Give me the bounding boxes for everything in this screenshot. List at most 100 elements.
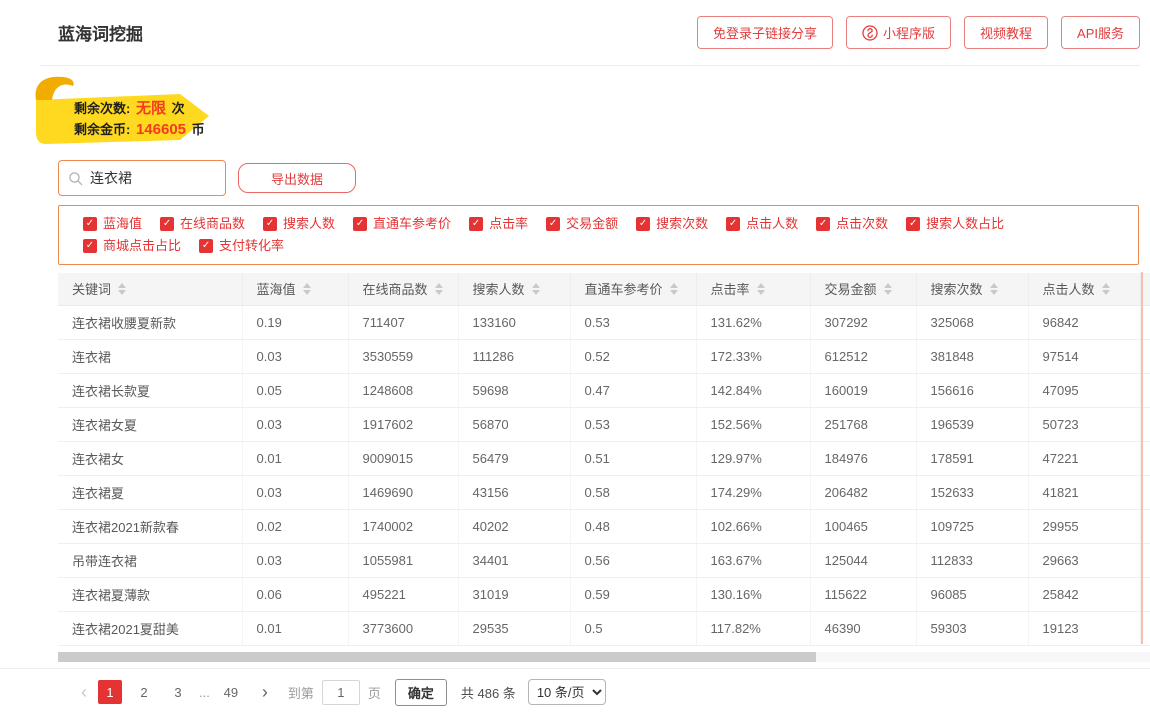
goto-page-input[interactable]	[322, 680, 360, 705]
cell: 0.03	[242, 407, 348, 441]
quota-coins-line: 剩余金币: 146605 币	[74, 119, 205, 140]
filter-checkbox-ctr[interactable]: 点击率	[469, 213, 528, 235]
video-tutorial-button[interactable]: 视频教程	[964, 16, 1048, 49]
cell: 97514	[1028, 339, 1140, 373]
filter-checkbox-search-users[interactable]: 搜索人数	[263, 213, 335, 235]
column-filter-box: 蓝海值 在线商品数 搜索人数 直通车参考价 点击率 交易金额 搜索次数 点击人数…	[58, 205, 1139, 265]
cell: 96842	[1028, 305, 1140, 339]
page-ellipsis: ...	[199, 685, 210, 700]
sort-icon[interactable]	[990, 283, 998, 295]
cell: 125044	[810, 543, 916, 577]
sort-icon[interactable]	[118, 283, 126, 295]
share-link-button[interactable]: 免登录子链接分享	[697, 16, 833, 49]
table-row: 吊带连衣裙0.031055981344010.56163.67%12504411…	[58, 543, 1150, 577]
page-number-2[interactable]: 2	[132, 680, 156, 704]
filter-checkbox-click-count[interactable]: 点击次数	[816, 213, 888, 235]
cell: 160019	[810, 373, 916, 407]
quota-coins-label: 剩余金币:	[74, 122, 130, 137]
column-header-ztc-price[interactable]: 直通车参考价	[570, 273, 696, 305]
cell-keyword: 连衣裙长款夏	[58, 373, 242, 407]
sort-icon[interactable]	[532, 283, 540, 295]
checkbox-checked-icon	[636, 217, 650, 231]
filter-checkbox-search-count[interactable]: 搜索次数	[636, 213, 708, 235]
cell: 47221	[1028, 441, 1140, 475]
cell: 34401	[458, 543, 570, 577]
cell: 3773600	[348, 611, 458, 645]
cell: 142.84%	[696, 373, 810, 407]
cell: 111286	[458, 339, 570, 373]
quota-text: 剩余次数: 无限 次 剩余金币: 146605 币	[74, 98, 205, 140]
export-data-button[interactable]: 导出数据	[238, 163, 356, 193]
cell: 1740002	[348, 509, 458, 543]
column-header-search-users[interactable]: 搜索人数	[458, 273, 570, 305]
sort-icon[interactable]	[435, 283, 443, 295]
cell: 100465	[810, 509, 916, 543]
horizontal-scrollbar[interactable]	[58, 652, 1150, 662]
filter-checkbox-gmv[interactable]: 交易金额	[546, 213, 618, 235]
cell: 59698	[458, 373, 570, 407]
cell: 0.59	[570, 577, 696, 611]
filter-checkbox-pay-conversion[interactable]: 支付转化率	[199, 235, 284, 257]
filter-checkbox-click-users[interactable]: 点击人数	[726, 213, 798, 235]
next-page-icon[interactable]: ›	[256, 683, 274, 701]
cell: 0.05	[242, 373, 348, 407]
cell: 495221	[348, 577, 458, 611]
column-header-keyword[interactable]: 关键词	[58, 273, 242, 305]
checkbox-checked-icon	[83, 217, 97, 231]
cell: 152633	[916, 475, 1028, 509]
checkbox-checked-icon	[906, 217, 920, 231]
cell: 131.62%	[696, 305, 810, 339]
cell: 59303	[916, 611, 1028, 645]
page-number-1[interactable]: 1	[98, 680, 122, 704]
cell: 184976	[810, 441, 916, 475]
page-number-49[interactable]: 49	[219, 680, 243, 704]
sort-icon[interactable]	[303, 283, 311, 295]
horizontal-scrollbar-thumb[interactable]	[58, 652, 816, 662]
share-link-label: 免登录子链接分享	[713, 23, 817, 42]
column-header-search-count[interactable]: 搜索次数	[916, 273, 1028, 305]
quota-times-line: 剩余次数: 无限 次	[74, 98, 205, 119]
filter-checkbox-ztc-price[interactable]: 直通车参考价	[353, 213, 451, 235]
filter-checkbox-online-products[interactable]: 在线商品数	[160, 213, 245, 235]
cell: 206482	[810, 475, 916, 509]
column-header-ctr[interactable]: 点击率	[696, 273, 810, 305]
page-number-3[interactable]: 3	[166, 680, 190, 704]
keyword-search-box[interactable]	[58, 160, 226, 196]
cell: 133160	[458, 305, 570, 339]
cell: 0.03	[242, 543, 348, 577]
sort-icon[interactable]	[1102, 283, 1110, 295]
cell: 3530559	[348, 339, 458, 373]
cell: 0.02	[242, 509, 348, 543]
cell-keyword: 连衣裙女夏	[58, 407, 242, 441]
cell: 31019	[458, 577, 570, 611]
sort-icon[interactable]	[884, 283, 892, 295]
cell: 0.56	[570, 543, 696, 577]
column-header-gmv[interactable]: 交易金额	[810, 273, 916, 305]
cell: 41821	[1028, 475, 1140, 509]
column-header-blue-ocean-value[interactable]: 蓝海值	[242, 273, 348, 305]
filter-checkbox-mall-click-ratio[interactable]: 商城点击占比	[83, 235, 181, 257]
sort-icon[interactable]	[757, 283, 765, 295]
cell: 56870	[458, 407, 570, 441]
table-row: 连衣裙2021新款春0.021740002402020.48102.66%100…	[58, 509, 1150, 543]
sort-icon[interactable]	[670, 283, 678, 295]
page-size-select[interactable]: 10 条/页	[528, 679, 606, 705]
api-service-button[interactable]: API服务	[1061, 16, 1140, 49]
column-header-click-users[interactable]: 点击人数	[1028, 273, 1140, 305]
page: 蓝海词挖掘 免登录子链接分享 小程序版 视频教程 API服务	[0, 0, 1150, 712]
cell: 29535	[458, 611, 570, 645]
keyword-search-input[interactable]	[90, 170, 210, 186]
filter-checkbox-blue-ocean-value[interactable]: 蓝海值	[83, 213, 142, 235]
column-header-online-products[interactable]: 在线商品数	[348, 273, 458, 305]
cell: 1917602	[348, 407, 458, 441]
cell: 9009015	[348, 441, 458, 475]
miniprogram-button[interactable]: 小程序版	[846, 16, 951, 49]
cell: 29955	[1028, 509, 1140, 543]
miniprogram-label: 小程序版	[883, 23, 935, 42]
filter-checkbox-search-user-ratio[interactable]: 搜索人数占比	[906, 213, 1004, 235]
cell-keyword: 连衣裙夏	[58, 475, 242, 509]
cell: 163.67%	[696, 543, 810, 577]
table-row: 连衣裙夏0.031469690431560.58174.29%206482152…	[58, 475, 1150, 509]
confirm-button[interactable]: 确定	[395, 679, 447, 706]
prev-page-icon[interactable]: ‹	[75, 683, 93, 701]
